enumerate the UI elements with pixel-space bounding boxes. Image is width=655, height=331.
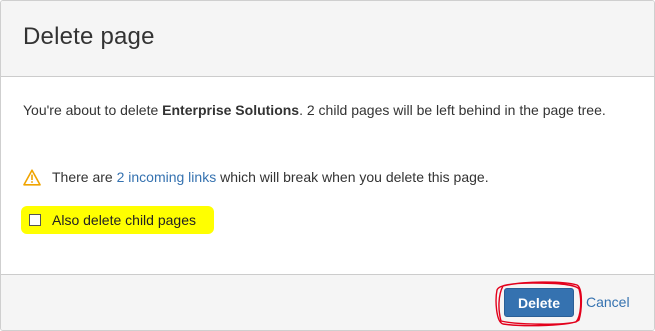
message-prefix: You're about to delete (23, 102, 163, 118)
delete-message: You're about to delete Enterprise Soluti… (23, 100, 623, 120)
warning-suffix: which will break when you delete this pa… (216, 169, 489, 185)
warning-row: There are 2 incoming links which will br… (23, 167, 489, 187)
warning-prefix: There are (52, 169, 117, 185)
warning-text: There are 2 incoming links which will br… (52, 167, 489, 187)
checkbox-label[interactable]: Also delete child pages (52, 212, 196, 228)
message-suffix: . 2 child pages will be left behind in t… (299, 102, 606, 118)
cancel-button[interactable]: Cancel (586, 294, 630, 310)
dialog-title: Delete page (23, 23, 155, 50)
page-name: Enterprise Solutions (162, 102, 300, 118)
delete-button[interactable]: Delete (504, 288, 574, 317)
dialog-header: Delete page (1, 1, 654, 77)
delete-child-pages-checkbox[interactable] (29, 214, 41, 226)
incoming-links-link[interactable]: 2 incoming links (117, 169, 217, 185)
dialog-body: You're about to delete Enterprise Soluti… (1, 77, 654, 274)
delete-page-dialog: Delete page You're about to delete Enter… (0, 0, 655, 331)
dialog-footer: Delete Cancel (1, 274, 654, 330)
delete-child-pages-option[interactable]: Also delete child pages (21, 206, 214, 234)
warning-triangle-icon (23, 168, 41, 186)
